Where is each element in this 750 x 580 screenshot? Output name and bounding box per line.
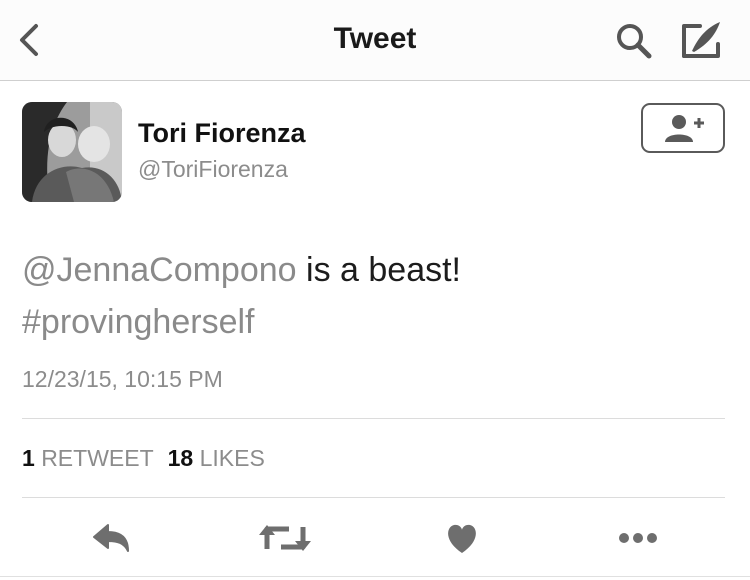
heart-icon (448, 524, 476, 553)
back-button[interactable] (14, 22, 46, 58)
retweets-stat[interactable]: 1 RETWEET (22, 445, 154, 471)
retweets-label: RETWEET (41, 445, 154, 471)
search-icon (617, 24, 652, 59)
retweet-button[interactable] (255, 515, 315, 561)
divider (22, 418, 725, 419)
compose-button[interactable] (678, 18, 726, 62)
retweets-count: 1 (22, 445, 35, 471)
likes-count: 18 (167, 445, 194, 471)
retweet-icon (259, 525, 311, 551)
reply-icon (93, 524, 129, 552)
divider (22, 497, 725, 498)
avatar[interactable] (22, 102, 122, 202)
tweet-stats: 1 RETWEET 18 LIKES (22, 445, 265, 472)
mention-link[interactable]: @JennaCompono (22, 251, 297, 289)
compose-icon (682, 22, 720, 58)
add-user-icon (665, 115, 704, 142)
divider (0, 576, 750, 577)
reply-button[interactable] (82, 515, 142, 561)
hashtag-link[interactable]: #provingherself (22, 303, 254, 341)
tweet-text: @JennaCompono is a beast! #provinghersel… (22, 244, 722, 348)
like-button[interactable] (432, 515, 492, 561)
more-button[interactable] (608, 515, 668, 561)
tweet-body-text: is a beast! (296, 251, 461, 289)
author-handle[interactable]: @ToriFiorenza (138, 156, 288, 183)
likes-stat[interactable]: 18 LIKES (168, 445, 265, 471)
author-name[interactable]: Tori Fiorenza (138, 118, 306, 149)
chevron-left-icon (20, 24, 38, 56)
likes-label: LIKES (199, 445, 265, 471)
tweet-timestamp: 12/23/15, 10:15 PM (22, 366, 223, 392)
follow-button[interactable] (641, 103, 725, 153)
navigation-bar: Tweet (0, 0, 750, 81)
search-button[interactable] (612, 20, 658, 60)
avatar-photo (22, 102, 122, 202)
more-icon (619, 533, 657, 543)
